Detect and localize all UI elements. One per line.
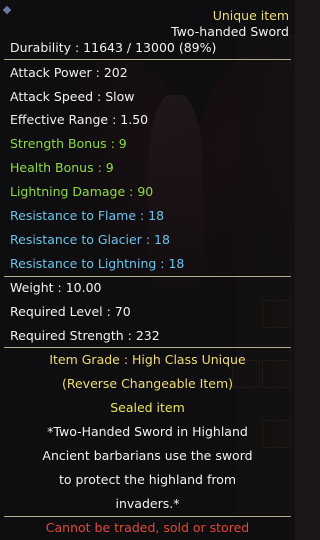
required-level: Required Level : 70 <box>10 304 131 319</box>
character-name-tag <box>0 4 90 20</box>
item-rarity: Unique item <box>212 8 289 23</box>
stat-effective-range: Effective Range : 1.50 <box>10 112 149 127</box>
stat-lightning-damage: Lightning Damage : 90 <box>10 184 154 199</box>
divider <box>4 59 291 60</box>
stat-resist-glacier: Resistance to Glacier : 18 <box>10 232 170 247</box>
item-description-line: invaders.* <box>115 496 180 511</box>
divider <box>4 347 291 348</box>
required-strength: Required Strength : 232 <box>10 328 160 343</box>
item-weight: Weight : 10.00 <box>10 280 102 295</box>
stat-attack-speed: Attack Speed : Slow <box>10 89 135 104</box>
item-durability: Durability : 11643 / 13000 (89%) <box>10 40 217 55</box>
stat-resist-flame: Resistance to Flame : 18 <box>10 208 165 223</box>
item-tooltip: Unique item Two-handed Sword Durability … <box>0 0 295 540</box>
item-type: Two-handed Sword <box>171 24 289 39</box>
stat-attack-power: Attack Power : 202 <box>10 65 128 80</box>
divider <box>4 276 291 277</box>
sealed-status: Sealed item <box>110 400 185 415</box>
item-grade-note: (Reverse Changeable Item) <box>61 376 233 391</box>
divider <box>4 516 291 517</box>
item-description-line: to protect the highland from <box>58 472 237 487</box>
item-description-line: Ancient barbarians use the sword <box>42 448 253 463</box>
stat-resist-lightning: Resistance to Lightning : 18 <box>10 256 185 271</box>
trade-restriction: Cannot be traded, sold or stored <box>45 520 250 535</box>
stat-strength-bonus: Strength Bonus : 9 <box>10 136 127 151</box>
item-grade: Item Grade : High Class Unique <box>49 352 246 367</box>
diamond-icon <box>2 5 12 15</box>
item-description-line: *Two-Handed Sword in Highland <box>47 424 248 439</box>
stat-health-bonus: Health Bonus : 9 <box>10 160 114 175</box>
